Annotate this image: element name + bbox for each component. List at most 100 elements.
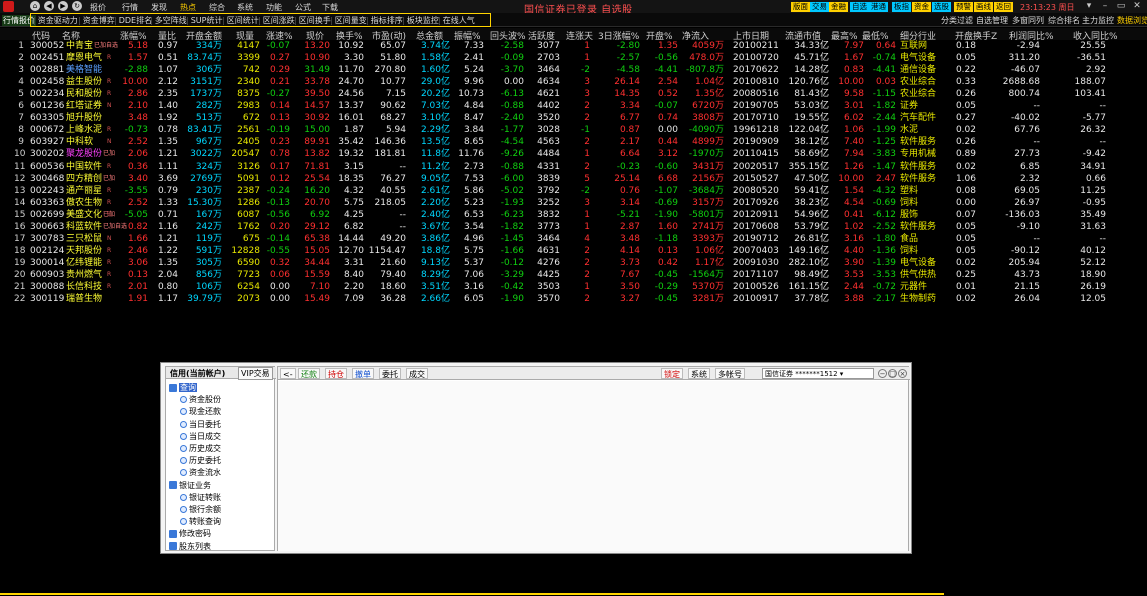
cell-name[interactable]: 通产丽星 — [66, 185, 102, 197]
tree-item-0[interactable]: 查询 — [169, 382, 197, 393]
cell-name[interactable]: 旭升股份 — [66, 112, 102, 124]
close-icon[interactable]: × — [898, 369, 907, 378]
table-row[interactable]: 8 000672 -0.73 0.78 83.41万 2561 -0.19 15.00 1.87… — [0, 124, 1147, 136]
cell-name[interactable]: 中科软 — [66, 136, 93, 148]
restore-icon[interactable]: □ — [888, 369, 897, 378]
quick-button-7[interactable]: 选股 — [932, 2, 951, 12]
back-icon[interactable]: ◀ — [44, 1, 54, 11]
cell-name[interactable]: 中青宝已加自选 — [66, 40, 118, 52]
multi-account-button[interactable]: 多帐号 — [715, 368, 745, 379]
table-row[interactable]: 16 300663 0.82 1.16 242万 1762 0.20 29.12 6.82 -- 3… — [0, 221, 1147, 233]
tool-watchlist-manage[interactable]: 自选管理 — [976, 15, 1008, 26]
cell-name[interactable]: 上峰水泥 — [66, 124, 102, 136]
cell-name[interactable]: 红塔证券 — [66, 100, 102, 112]
quick-button-9[interactable]: 画线 — [974, 2, 993, 12]
refresh-icon[interactable]: ↻ — [72, 1, 82, 11]
home-icon[interactable]: ⌂ — [30, 1, 40, 11]
table-row[interactable]: 2 002451 1.57 0.51 83.74万 3399 0.27 10.90 3.30 51… — [0, 52, 1147, 64]
minimize-icon[interactable]: – — [1100, 1, 1110, 11]
cell-name[interactable]: 贵州燃气 — [66, 269, 102, 281]
tool-composite-rank[interactable]: 综合排名 — [1048, 15, 1080, 26]
table-row[interactable]: 19 300014 3.06 1.35 305万 6590 0.32 34.44 3.31 21.… — [0, 257, 1147, 269]
app-logo-icon[interactable] — [3, 1, 14, 12]
cell-name[interactable]: 四方精创已加 — [66, 173, 115, 185]
deals-button[interactable]: 成交 — [406, 368, 428, 379]
table-row[interactable]: 12 300468 3.40 3.69 2769万 5091 0.12 25.54 18.35 7… — [0, 173, 1147, 185]
quick-button-1[interactable]: 交易 — [810, 2, 829, 12]
tree-item-5[interactable]: 历史成交 — [180, 443, 221, 454]
account-select[interactable]: 国信证券 *******1512 ▾ — [762, 368, 874, 379]
tool-main-force[interactable]: 主力监控 — [1082, 15, 1114, 26]
menu-item-market[interactable]: 行情 — [122, 2, 138, 13]
table-row[interactable]: 4 002458 10.00 2.12 3151万 2340 0.21 33.78 24.70 1… — [0, 76, 1147, 88]
cell-name[interactable]: 摩恩电气 — [66, 52, 102, 64]
tree-item-13[interactable]: 股东列表 — [169, 541, 211, 552]
menu-item-system[interactable]: 系统 — [237, 2, 253, 13]
tree-item-11[interactable]: 转账查询 — [180, 516, 221, 527]
cell-name[interactable]: 科蓝软件已加自选 — [66, 221, 127, 233]
forward-icon[interactable]: ▶ — [58, 1, 68, 11]
table-row[interactable]: 5 002234 2.86 2.35 1737万 8375 -0.27 39.50 24.56 7… — [0, 88, 1147, 100]
table-row[interactable]: 14 603363 2.52 1.33 15.30万 1286 -0.13 20.70 5.75… — [0, 197, 1147, 209]
table-row[interactable]: 17 300783 1.66 1.21 119万 675 -0.14 65.38 14.44 49… — [0, 233, 1147, 245]
system-button[interactable]: 系统 — [688, 368, 710, 379]
table-row[interactable]: 10 300202 2.06 1.21 3022万 20547 0.78 13.82 19.32… — [0, 148, 1147, 160]
menu-item-hot[interactable]: 热点 — [180, 2, 196, 13]
cell-name[interactable]: 亿纬锂能 — [66, 257, 102, 269]
table-row[interactable]: 15 002699 -5.05 0.71 167万 6087 -0.56 6.92 4.25 --… — [0, 209, 1147, 221]
table-row[interactable]: 22 300119 1.91 1.17 39.79万 2073 0.00 15.49 7.09 3… — [0, 293, 1147, 305]
menu-item-download[interactable]: 下载 — [322, 2, 338, 13]
orders-button[interactable]: 委托 — [379, 368, 401, 379]
tree-item-4[interactable]: 当日成交 — [180, 431, 221, 442]
maximize-icon[interactable]: ▭ — [1116, 1, 1126, 11]
back-button[interactable]: <- — [280, 368, 296, 379]
table-row[interactable]: 18 002124 2.46 1.22 591万 12828 -0.55 15.05 12.70… — [0, 245, 1147, 257]
cell-name[interactable]: 长信科技 — [66, 281, 102, 293]
table-row[interactable]: 20 600903 0.13 2.04 856万 7723 0.06 15.59 8.40 79.… — [0, 269, 1147, 281]
tool-data-browse[interactable]: 数据浏览 — [1117, 15, 1147, 26]
quick-button-3[interactable]: 自选 — [850, 2, 869, 12]
cell-name[interactable]: 民和股份 — [66, 88, 102, 100]
tree-item-2[interactable]: 现金还款 — [180, 406, 221, 417]
cell-name[interactable]: 聚龙股份已加 — [66, 148, 115, 160]
menu-item-formula[interactable]: 公式 — [295, 2, 311, 13]
cell-name[interactable]: 瑞普生物 — [66, 293, 102, 305]
tree-item-1[interactable]: 资金股份 — [180, 394, 221, 405]
menu-item-function[interactable]: 功能 — [266, 2, 282, 13]
menu-icon[interactable]: ▾ — [1084, 1, 1094, 11]
table-row[interactable]: 11 600536 0.36 1.11 324万 3126 0.17 71.81 3.15 -- 1… — [0, 161, 1147, 173]
cell-name[interactable]: 益生股份 — [66, 76, 102, 88]
tab-credit-account[interactable]: 信用(当前帐户) — [168, 368, 227, 379]
quick-button-8[interactable]: 预警 — [954, 2, 973, 12]
position-button[interactable]: 持仓 — [325, 368, 347, 379]
tree-item-9[interactable]: 银证转账 — [180, 492, 221, 503]
menu-item-discover[interactable]: 发现 — [151, 2, 167, 13]
table-row[interactable]: 6 601236 2.10 1.40 282万 2983 0.14 14.57 13.37 90.… — [0, 100, 1147, 112]
table-row[interactable]: 3 002881 -2.88 1.07 306万 742 0.29 31.49 11.70 270… — [0, 64, 1147, 76]
table-row[interactable]: 21 300088 2.01 0.80 106万 6254 0.00 7.10 2.20 18.6… — [0, 281, 1147, 293]
table-row[interactable]: 1 300052 5.18 0.97 334万 4147 -0.07 13.20 10.92 65… — [0, 40, 1147, 52]
tree-item-8[interactable]: 银证业务 — [169, 480, 211, 491]
quick-button-10[interactable]: 返回 — [994, 2, 1013, 12]
tree-item-7[interactable]: 资金流水 — [180, 467, 221, 478]
cancel-order-button[interactable]: 撤单 — [352, 368, 374, 379]
close-icon[interactable]: ✕ — [1132, 1, 1142, 11]
repay-button[interactable]: 还款 — [298, 368, 320, 379]
tree-item-12[interactable]: 修改密码 — [169, 528, 211, 539]
tool-multi-window[interactable]: 多窗同列 — [1012, 15, 1044, 26]
tree-item-10[interactable]: 银行余额 — [180, 504, 221, 515]
cell-name[interactable]: 美格智能 — [66, 64, 102, 76]
quick-button-2[interactable]: 金融 — [829, 2, 848, 12]
quick-button-5[interactable]: 板指 — [892, 2, 911, 12]
table-row[interactable]: 9 603927 2.52 1.35 967万 2405 0.23 89.91 35.42 146… — [0, 136, 1147, 148]
table-row[interactable]: 13 002243 -3.55 0.79 230万 2387 -0.24 16.20 4.32 4… — [0, 185, 1147, 197]
menu-item-quote[interactable]: 报价 — [90, 2, 106, 13]
quick-button-6[interactable]: 资金 — [912, 2, 931, 12]
tree-item-3[interactable]: 当日委托 — [180, 419, 221, 430]
collapse-icon[interactable]: − — [878, 369, 887, 378]
lock-button[interactable]: 锁定 — [661, 368, 683, 379]
cell-name[interactable]: 傲农生物 — [66, 197, 102, 209]
quick-button-0[interactable]: 版面 — [791, 2, 810, 12]
quick-button-4[interactable]: 港通 — [869, 2, 888, 12]
tool-category-filter[interactable]: 分类过滤 — [941, 15, 973, 26]
